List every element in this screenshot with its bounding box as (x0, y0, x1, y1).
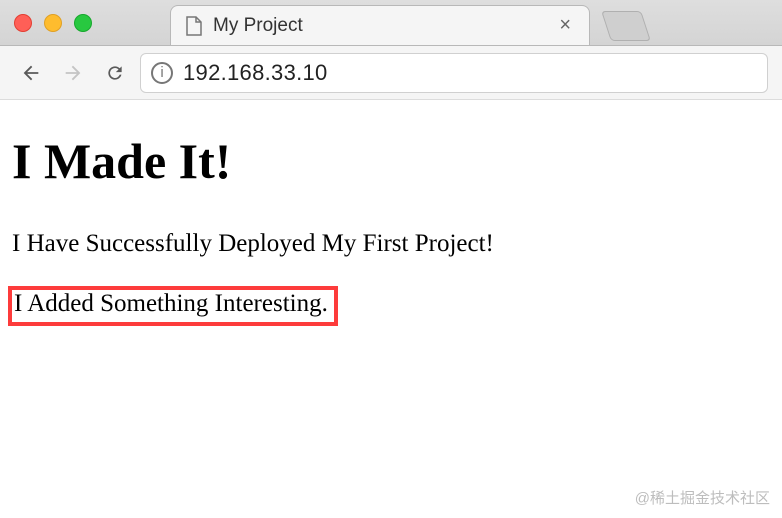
page-paragraph-2: I Added Something Interesting. (12, 286, 770, 326)
highlight-annotation: I Added Something Interesting. (8, 286, 338, 326)
page-heading: I Made It! (12, 132, 770, 190)
url-text: 192.168.33.10 (183, 60, 328, 86)
minimize-window-button[interactable] (44, 14, 62, 32)
address-bar[interactable]: i 192.168.33.10 (140, 53, 768, 93)
reload-button[interactable] (98, 56, 132, 90)
page-icon (185, 16, 203, 36)
fullscreen-window-button[interactable] (74, 14, 92, 32)
window-controls (14, 14, 92, 32)
back-button[interactable] (14, 56, 48, 90)
close-window-button[interactable] (14, 14, 32, 32)
page-content: I Made It! I Have Successfully Deployed … (0, 100, 782, 386)
toolbar: i 192.168.33.10 (0, 46, 782, 100)
new-tab-button[interactable] (601, 11, 651, 41)
site-info-icon[interactable]: i (151, 62, 173, 84)
page-paragraph-1: I Have Successfully Deployed My First Pr… (12, 230, 770, 258)
tab-strip-area: My Project × (0, 0, 782, 46)
tab-strip: My Project × (170, 0, 646, 45)
close-tab-button[interactable]: × (555, 14, 575, 37)
browser-tab[interactable]: My Project × (170, 5, 590, 45)
forward-button[interactable] (56, 56, 90, 90)
watermark-text: @稀土掘金技术社区 (635, 487, 770, 508)
tab-title: My Project (213, 15, 545, 37)
